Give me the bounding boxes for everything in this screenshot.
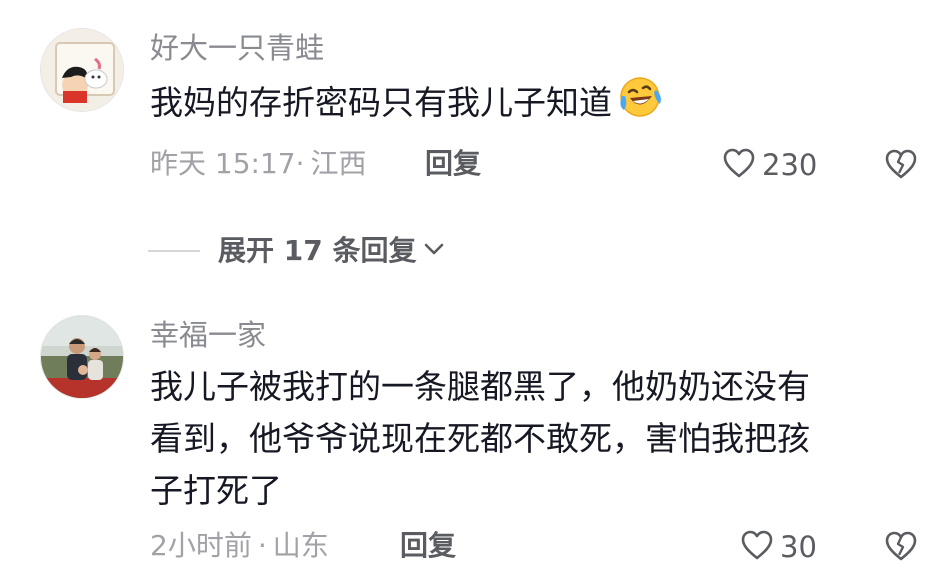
like-count: 30 [780,530,817,564]
comment-text-line: 子打死了 [150,471,282,510]
heart-outline-icon [722,147,756,183]
expand-replies-button[interactable]: 展开 17 条回复 [148,234,446,268]
laughing-crying-emoji-icon [616,74,664,135]
expand-divider [148,250,200,252]
heart-outline-icon [740,529,774,565]
comment-text: 我儿子被我打的一条腿都黑了，他奶奶还没有 看到，他爷爷说现在死都不敢死，害怕我把… [150,361,810,517]
like-button[interactable]: 30 [740,529,817,565]
like-button[interactable]: 230 [722,147,817,183]
comment-item: 幸福一家 我儿子被我打的一条腿都黑了，他奶奶还没有 看到，他爷爷说现在死都不敢死… [0,300,949,575]
reply-button[interactable]: 回复 [425,147,481,181]
comment-meta: 昨天 15:17· 江西 [150,147,367,181]
broken-heart-icon [884,531,918,566]
dislike-button[interactable] [884,148,918,184]
comment-text-line: 我儿子被我打的一条腿都黑了，他奶奶还没有 [150,367,810,406]
broken-heart-icon [884,149,918,184]
expand-replies-label: 展开 17 条回复 [218,234,417,267]
comment-time: 2小时前 [150,529,252,562]
comment-location: 江西 [310,147,367,180]
dislike-button[interactable] [884,530,918,566]
comment-text-line: 看到，他爷爷说现在死都不敢死，害怕我把孩 [150,419,810,458]
comment-username[interactable]: 好大一只青蛙 [150,31,324,65]
comment-item: 好大一只青蛙 我妈的存折密码只有我儿子知道 昨天 15:17· 江西 回复 230 [0,0,949,215]
comment-username[interactable]: 幸福一家 [150,318,266,352]
comment-meta: 2小时前 · 山东 [150,529,329,563]
comment-location: 山东 [272,529,329,562]
avatar[interactable] [40,28,124,112]
like-count: 230 [762,148,818,182]
avatar-image [41,316,123,398]
meta-separator: · [257,529,267,562]
meta-separator: · [295,147,305,180]
reply-button[interactable]: 回复 [400,529,456,563]
comment-time: 昨天 15:17 [150,147,296,180]
comment-text-line: 我妈的存折密码只有我儿子知道 [150,83,612,122]
comment-text: 我妈的存折密码只有我儿子知道 [150,74,664,135]
chevron-down-icon [422,239,446,263]
avatar[interactable] [40,315,124,399]
avatar-image [41,29,123,111]
